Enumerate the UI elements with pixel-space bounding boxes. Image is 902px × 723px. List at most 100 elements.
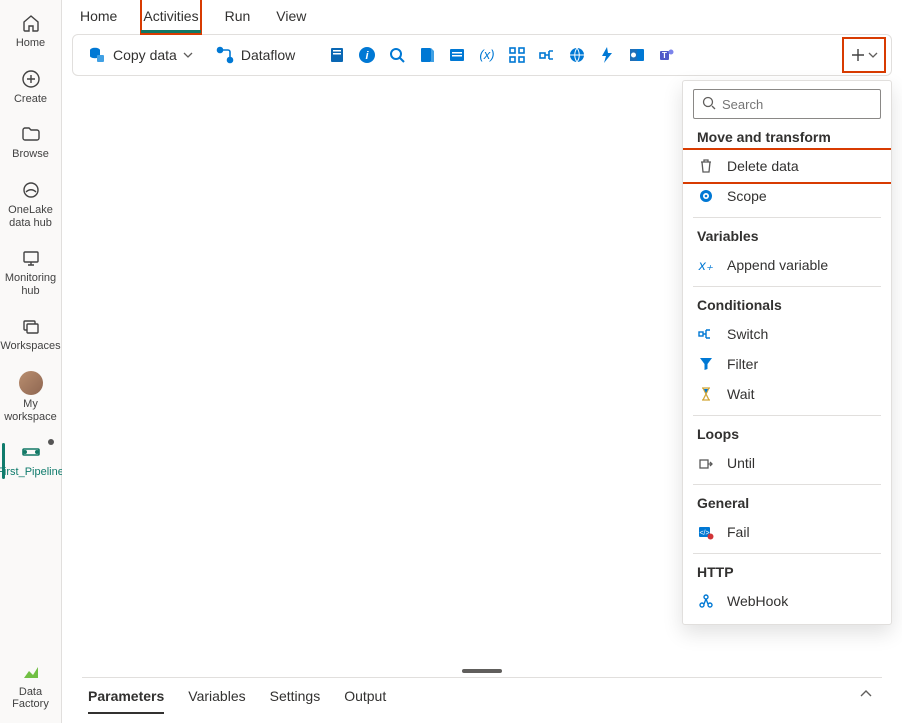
section-loops: Loops	[683, 426, 891, 442]
item-until[interactable]: Until	[683, 448, 891, 478]
onelake-icon	[20, 179, 42, 201]
lookup-icon[interactable]	[387, 45, 407, 65]
web-icon[interactable]	[567, 45, 587, 65]
home-icon	[20, 12, 42, 34]
svg-text:T: T	[662, 51, 667, 60]
properties-tabs: Parameters Variables Settings Output	[82, 677, 882, 713]
azure-function-icon[interactable]	[597, 45, 617, 65]
rail-datafactory-label: Data Factory	[2, 686, 60, 711]
webhook-icon	[697, 592, 715, 610]
rail-monitoring[interactable]: Monitoring hub	[2, 241, 60, 305]
item-fail[interactable]: </> Fail	[683, 517, 891, 547]
bottom-panel: Parameters Variables Settings Output	[62, 669, 902, 723]
rail-monitoring-label: Monitoring hub	[2, 272, 60, 297]
outlook-icon[interactable]	[627, 45, 647, 65]
item-filter-label: Filter	[727, 356, 758, 372]
filter-icon	[697, 355, 715, 373]
rail-home[interactable]: Home	[2, 6, 60, 58]
teams-icon[interactable]: T	[657, 45, 677, 65]
copy-data-label: Copy data	[113, 47, 177, 63]
bottom-tab-parameters[interactable]: Parameters	[88, 678, 164, 714]
variable-icon[interactable]: (x)	[477, 45, 497, 65]
dataflow-label: Dataflow	[241, 47, 295, 63]
rail-browse-label: Browse	[12, 148, 49, 161]
rail-create-label: Create	[14, 93, 47, 106]
rail-onelake[interactable]: OneLake data hub	[2, 173, 60, 237]
workspaces-icon	[20, 315, 42, 337]
rail-my-workspace[interactable]: My workspace	[2, 365, 60, 431]
search-icon	[702, 96, 716, 113]
dataflow-icon	[215, 45, 235, 65]
section-variables: Variables	[683, 228, 891, 244]
script-icon[interactable]	[417, 45, 437, 65]
left-navigation-rail: Home Create Browse OneLake data hub Moni…	[0, 0, 62, 723]
activities-search[interactable]	[693, 89, 881, 119]
notebook-icon[interactable]	[327, 45, 347, 65]
item-switch-label: Switch	[727, 326, 768, 342]
tab-home[interactable]: Home	[80, 0, 117, 32]
bottom-tab-variables[interactable]: Variables	[188, 678, 245, 714]
tab-activities[interactable]: Activities	[143, 0, 198, 32]
rail-onelake-label: OneLake data hub	[2, 204, 60, 229]
section-move: Move and transform	[683, 129, 891, 145]
item-until-label: Until	[727, 455, 755, 471]
item-wait[interactable]: Wait	[683, 379, 891, 409]
item-append-label: Append variable	[727, 257, 828, 273]
avatar-icon	[19, 371, 43, 395]
activities-dropdown: Move and transform Delete data Scope Var…	[682, 80, 892, 625]
monitor-icon	[20, 247, 42, 269]
activities-toolbar: Copy data Dataflow i (x)	[72, 34, 892, 76]
svg-text:(x): (x)	[480, 47, 495, 62]
unsaved-dot-icon	[48, 439, 54, 445]
rail-workspaces[interactable]: Workspaces	[2, 309, 60, 361]
foreach-icon[interactable]	[507, 45, 527, 65]
item-delete-label: Delete data	[727, 158, 799, 174]
main-content: Home Activities Run View Copy data Dataf…	[62, 0, 902, 723]
item-webhook[interactable]: WebHook	[683, 586, 891, 616]
plus-circle-icon	[20, 68, 42, 90]
append-variable-icon: x₊	[697, 256, 715, 274]
chevron-down-icon	[183, 47, 193, 63]
item-filter[interactable]: Filter	[683, 349, 891, 379]
scope-icon	[697, 187, 715, 205]
item-fail-label: Fail	[727, 524, 750, 540]
more-activities-button[interactable]	[845, 40, 883, 70]
item-webhook-label: WebHook	[727, 593, 788, 609]
rail-pipeline[interactable]: First_Pipeline	[2, 435, 60, 487]
item-delete-data[interactable]: Delete data	[683, 151, 891, 181]
trash-icon	[697, 157, 715, 175]
if-icon[interactable]	[537, 45, 557, 65]
rail-pipeline-label: First_Pipeline	[0, 466, 64, 479]
section-conditionals: Conditionals	[683, 297, 891, 313]
copy-data-button[interactable]: Copy data	[81, 41, 199, 69]
info-icon[interactable]: i	[357, 45, 377, 65]
pipeline-icon	[20, 441, 42, 463]
item-scope-label: Scope	[727, 188, 767, 204]
item-wait-label: Wait	[727, 386, 754, 402]
hourglass-icon	[697, 385, 715, 403]
rail-browse[interactable]: Browse	[2, 117, 60, 169]
drag-handle[interactable]	[462, 669, 502, 673]
bottom-tab-output[interactable]: Output	[344, 678, 386, 714]
bottom-tab-settings[interactable]: Settings	[270, 678, 321, 714]
fail-icon: </>	[697, 523, 715, 541]
activities-search-input[interactable]	[722, 97, 892, 112]
rail-home-label: Home	[16, 37, 45, 50]
tab-view[interactable]: View	[276, 0, 306, 32]
item-switch[interactable]: Switch	[683, 319, 891, 349]
database-copy-icon	[87, 45, 107, 65]
data-factory-icon	[20, 661, 42, 683]
item-append-variable[interactable]: x₊ Append variable	[683, 250, 891, 280]
main-tabs: Home Activities Run View	[62, 0, 902, 32]
section-general: General	[683, 495, 891, 511]
stored-proc-icon[interactable]	[447, 45, 467, 65]
rail-create[interactable]: Create	[2, 62, 60, 114]
expand-panel-button[interactable]	[856, 688, 876, 703]
tab-run[interactable]: Run	[225, 0, 251, 32]
item-scope[interactable]: Scope	[683, 181, 891, 211]
dataflow-button[interactable]: Dataflow	[209, 41, 301, 69]
rail-data-factory[interactable]: Data Factory	[2, 655, 60, 719]
switch-icon	[697, 325, 715, 343]
until-icon	[697, 454, 715, 472]
section-http: HTTP	[683, 564, 891, 580]
